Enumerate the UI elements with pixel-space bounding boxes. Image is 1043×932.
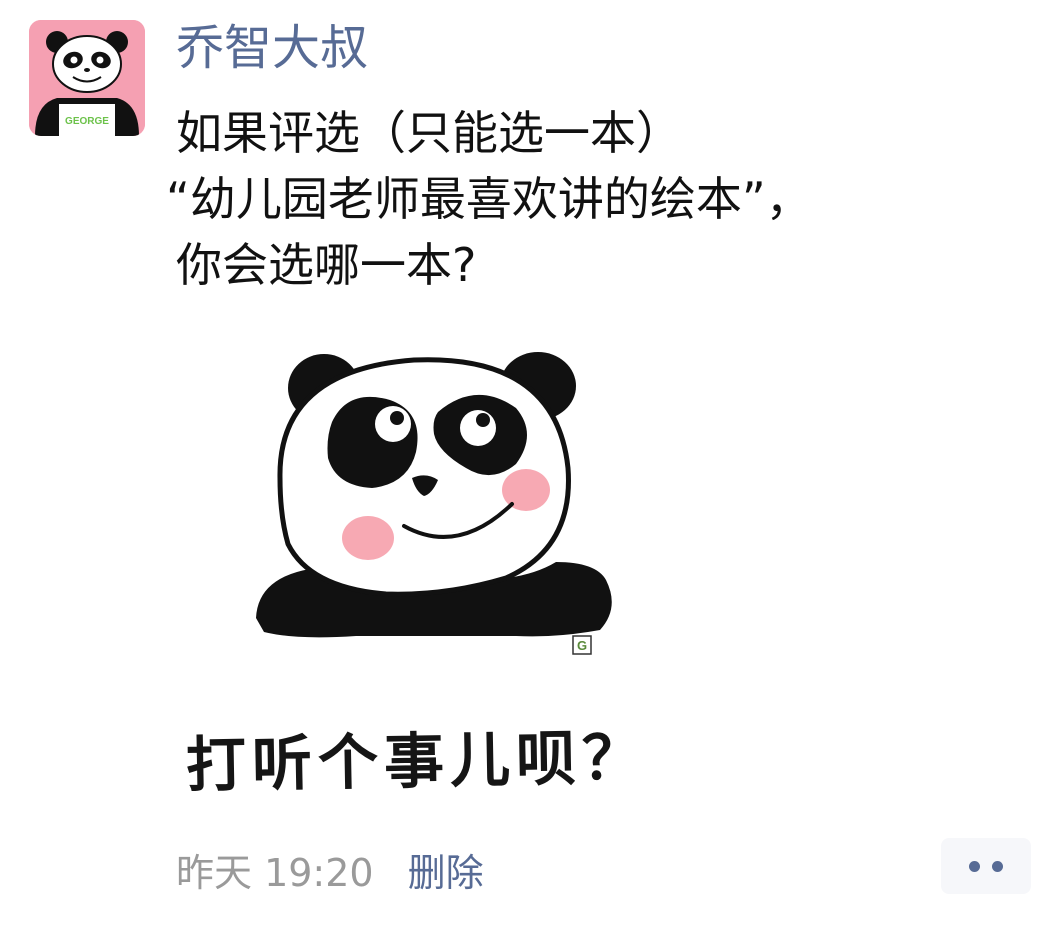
author-name[interactable]: 乔智大叔 (176, 16, 368, 80)
panda-blush-left (342, 516, 394, 560)
more-actions-button[interactable] (941, 838, 1031, 894)
post-text-line: 你会选哪一本? (176, 238, 477, 292)
svg-text:GEORGE: GEORGE (65, 116, 109, 127)
post-timestamp: 昨天 19:20 (176, 850, 374, 895)
ellipsis-icon (969, 860, 980, 872)
author-avatar[interactable]: GEORGE (29, 20, 145, 136)
image-caption: 打听个事儿呗？ (185, 722, 649, 802)
panda-avatar-icon: GEORGE (29, 20, 145, 136)
delete-link[interactable]: 删除 (408, 842, 484, 897)
post-text-line: “幼儿园老师最喜欢讲的绘本”， (166, 172, 812, 226)
moments-post: GEORGE 乔智大叔 如果评选（只能选一本） “幼儿园老师最喜欢讲的绘本”， … (0, 0, 1043, 932)
post-text: 如果评选（只能选一本） “幼儿园老师最喜欢讲的绘本”， 你会选哪一本? (166, 100, 976, 298)
ellipsis-icon (992, 860, 1003, 872)
post-footer: 昨天 19:20 删除 (176, 842, 484, 896)
watermark-g: G (577, 638, 587, 653)
post-text-line: 如果评选（只能选一本） (176, 106, 682, 160)
